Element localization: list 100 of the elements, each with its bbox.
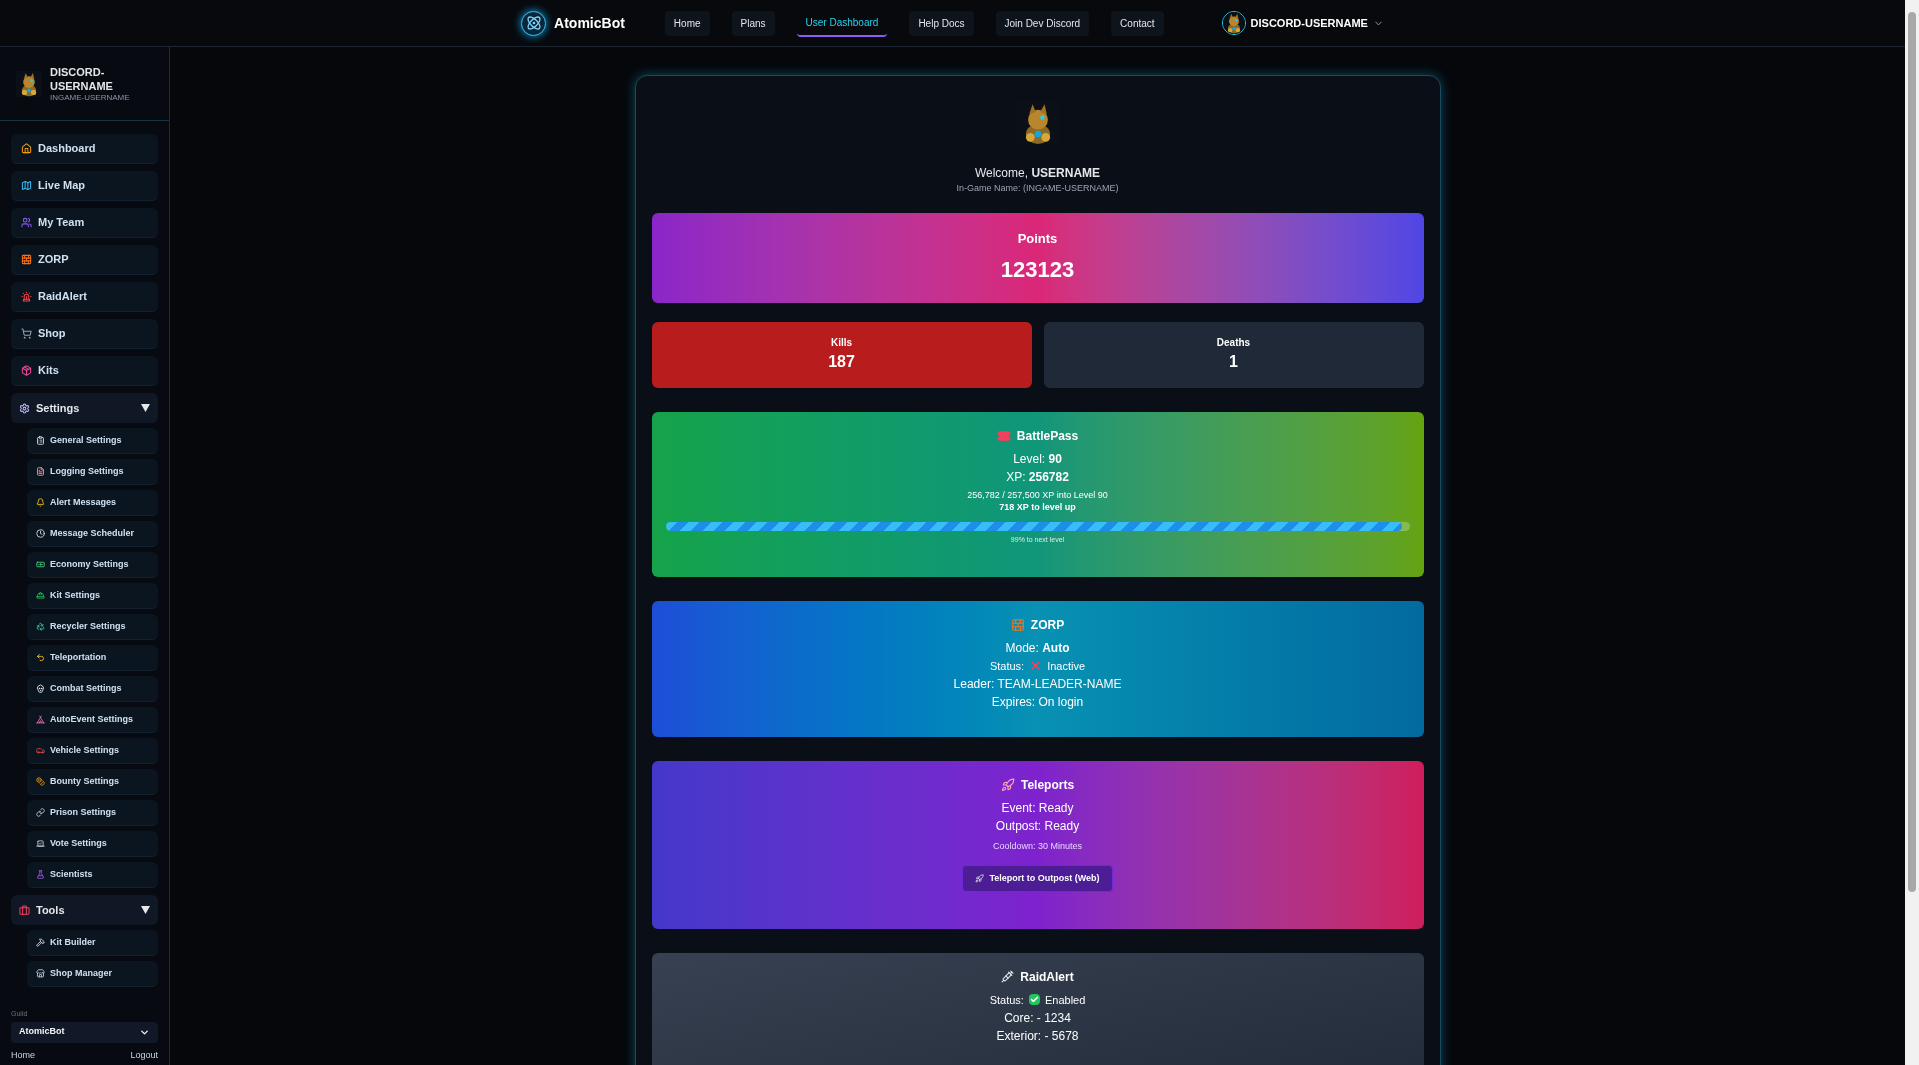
house-icon: [21, 143, 32, 154]
helmet-icon: [36, 591, 45, 600]
siren-icon: [21, 291, 32, 302]
sidebar-item[interactable]: ZORP: [11, 245, 158, 275]
money-icon: [36, 560, 45, 569]
brand-name: AtomicBot: [554, 13, 625, 33]
ticket-icon: [996, 428, 1011, 443]
cooldown-text: Cooldown: 30 Minutes: [992, 839, 1083, 853]
sidebar-subitem[interactable]: Vehicle Settings: [27, 738, 158, 764]
status-label: Status:: [989, 658, 1025, 674]
sidebar-subitem[interactable]: Kit Settings: [27, 583, 158, 609]
sidebar-subitem[interactable]: Alert Messages: [27, 490, 158, 516]
document-icon: [36, 467, 45, 476]
sidebar-subitem[interactable]: Kit Builder: [27, 930, 158, 956]
nav-link[interactable]: Home: [664, 10, 710, 36]
sidebar-subitem[interactable]: Prison Settings: [27, 800, 158, 826]
card-line: Core: - 1234: [1004, 1009, 1071, 1027]
nav-link[interactable]: Contact: [1111, 10, 1164, 36]
brick-wall-icon: [1010, 617, 1025, 632]
people-icon: [21, 217, 32, 228]
card-line: Exterior: - 5678: [996, 1027, 1079, 1045]
nav-link[interactable]: Plans: [731, 10, 775, 36]
tent-icon: [36, 715, 45, 724]
sidebar-item[interactable]: My Team: [11, 208, 158, 238]
sidebar-group[interactable]: Settings: [11, 393, 158, 423]
card-line: Level: 90: [1013, 450, 1062, 468]
sidebar-subitem[interactable]: General Settings: [27, 428, 158, 454]
footer-link[interactable]: Logout: [130, 1048, 158, 1062]
clipboard-icon: [36, 436, 45, 445]
stat-value: 187: [828, 352, 855, 372]
sidebar-subitem[interactable]: Bounty Settings: [27, 769, 158, 795]
card-line: Leader: TEAM-LEADER-NAME: [953, 675, 1122, 693]
package-icon: [21, 365, 32, 376]
map-icon: [21, 180, 32, 191]
user-menu[interactable]: DISCORD-USERNAME: [1221, 11, 1384, 35]
status-value: Inactive: [1047, 658, 1086, 674]
logo-icon: [521, 10, 547, 36]
nav-link[interactable]: User Dashboard: [796, 9, 888, 37]
xp-detail: 256,782 / 257,500 XP into Level 90: [967, 488, 1108, 501]
caret-icon: [141, 404, 150, 412]
cart-icon: [21, 328, 32, 339]
sidebar-subitem[interactable]: AutoEvent Settings: [27, 707, 158, 733]
sidebar-item[interactable]: Dashboard: [11, 134, 158, 164]
settings-icon: [19, 402, 30, 414]
rocket-icon: [1000, 777, 1015, 792]
footer-link[interactable]: Home: [11, 1048, 35, 1062]
profile-ingame-name: INGAME-USERNAME: [50, 92, 130, 103]
stat-label: Kills: [830, 336, 853, 350]
card-line: Mode: Auto: [1005, 639, 1070, 657]
card-line: Expires: On login: [991, 693, 1084, 711]
teleport-button[interactable]: Teleport to Outpost (Web): [962, 865, 1113, 892]
sidebar-item[interactable]: Shop: [11, 319, 158, 349]
flask-icon: [36, 870, 45, 879]
sidebar-subitem[interactable]: Logging Settings: [27, 459, 158, 485]
sidebar-item[interactable]: Live Map: [11, 171, 158, 201]
skull-icon: [36, 684, 45, 693]
recycle-icon: [36, 622, 45, 631]
ballot-box-icon: [36, 839, 45, 848]
syringe-icon: [1001, 970, 1015, 983]
sidebar-subitem[interactable]: Message Scheduler: [27, 521, 158, 547]
sidebar-subitem[interactable]: Economy Settings: [27, 552, 158, 578]
stat-label: Deaths: [1216, 336, 1251, 350]
card-line: Outpost: Ready: [995, 817, 1080, 835]
stat-value: 1: [1229, 352, 1238, 372]
card-title: Teleports: [1020, 776, 1075, 794]
sidebar-item[interactable]: Kits: [11, 356, 158, 386]
hammer-icon: [36, 938, 45, 947]
sidebar-subitem[interactable]: Combat Settings: [27, 676, 158, 702]
points-value: 123123: [1000, 255, 1075, 284]
sidebar-item[interactable]: RaidAlert: [11, 282, 158, 312]
status-label: Status:: [989, 992, 1024, 1008]
store-icon: [36, 969, 45, 978]
card-title: BattlePass: [1016, 427, 1079, 445]
sidebar-subitem[interactable]: Scientists: [27, 862, 158, 888]
brick-wall-icon: [21, 254, 32, 265]
card-title: RaidAlert: [1020, 968, 1074, 986]
rocket-icon: [975, 874, 985, 883]
sidebar-subitem[interactable]: Shop Manager: [27, 961, 158, 987]
profile-name: DISCORD-USERNAME: [50, 64, 114, 93]
card-line: Event: Ready: [1001, 799, 1074, 817]
sidebar-subitem[interactable]: Recycler Settings: [27, 614, 158, 640]
chain-icon: [36, 808, 45, 817]
car-icon: [36, 746, 45, 755]
points-label: Points: [1017, 230, 1058, 249]
bell-icon: [36, 498, 45, 507]
card-line: XP: 256782: [1006, 468, 1069, 486]
ingame-name: In-Game Name: (INGAME-USERNAME): [956, 182, 1119, 195]
sidebar-subitem[interactable]: Vote Settings: [27, 831, 158, 857]
caret-icon: [141, 906, 150, 914]
welcome-text: Welcome, USERNAME: [974, 165, 1101, 182]
status-value: Enabled: [1044, 992, 1086, 1008]
sidebar-group[interactable]: Tools: [11, 895, 158, 925]
nav-link[interactable]: Help Docs: [909, 10, 974, 36]
nav-link[interactable]: Join Dev Discord: [995, 10, 1090, 36]
briefcase-icon: [19, 904, 30, 916]
xp-remaining: 718 XP to level up: [999, 500, 1076, 513]
card-title: ZORP: [1030, 616, 1065, 634]
sidebar-subitem[interactable]: Teleportation: [27, 645, 158, 671]
guild-select[interactable]: AtomicBot: [11, 1021, 158, 1043]
clock-icon: [36, 529, 45, 538]
